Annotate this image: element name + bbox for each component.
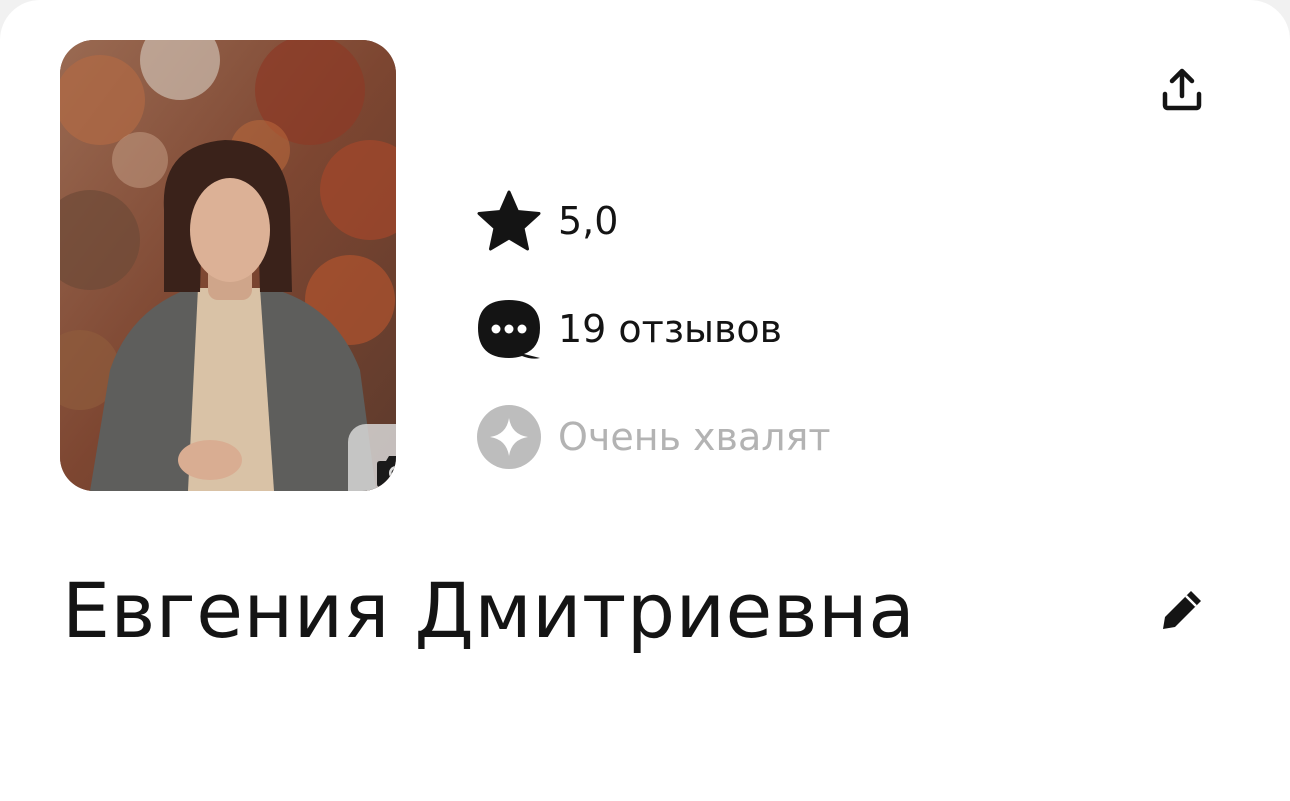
chat-bubble-dots-icon (476, 296, 542, 362)
rating-stat[interactable]: 5,0 (476, 188, 618, 254)
profile-name: Евгения Дмитриевна (62, 566, 916, 655)
rating-value: 5,0 (558, 199, 619, 243)
reviews-stat[interactable]: 19 отзывов (476, 296, 782, 362)
star-icon (476, 188, 542, 254)
praise-stat: Очень хвалят (476, 404, 831, 470)
camera-icon (377, 456, 396, 487)
edit-name-button[interactable] (1150, 578, 1214, 642)
praise-label: Очень хвалят (558, 415, 831, 459)
share-button[interactable] (1150, 58, 1214, 122)
reviews-count: 19 отзывов (558, 307, 783, 351)
profile-photo-image (60, 40, 396, 491)
change-photo-button[interactable] (348, 424, 396, 491)
profile-photo[interactable] (60, 40, 396, 491)
sparkle-icon (476, 404, 542, 470)
profile-card: 5,0 19 отзывов Очень хвалят Евгения Дмит… (0, 0, 1290, 801)
share-upload-icon (1162, 68, 1202, 111)
pencil-icon (1163, 591, 1201, 629)
